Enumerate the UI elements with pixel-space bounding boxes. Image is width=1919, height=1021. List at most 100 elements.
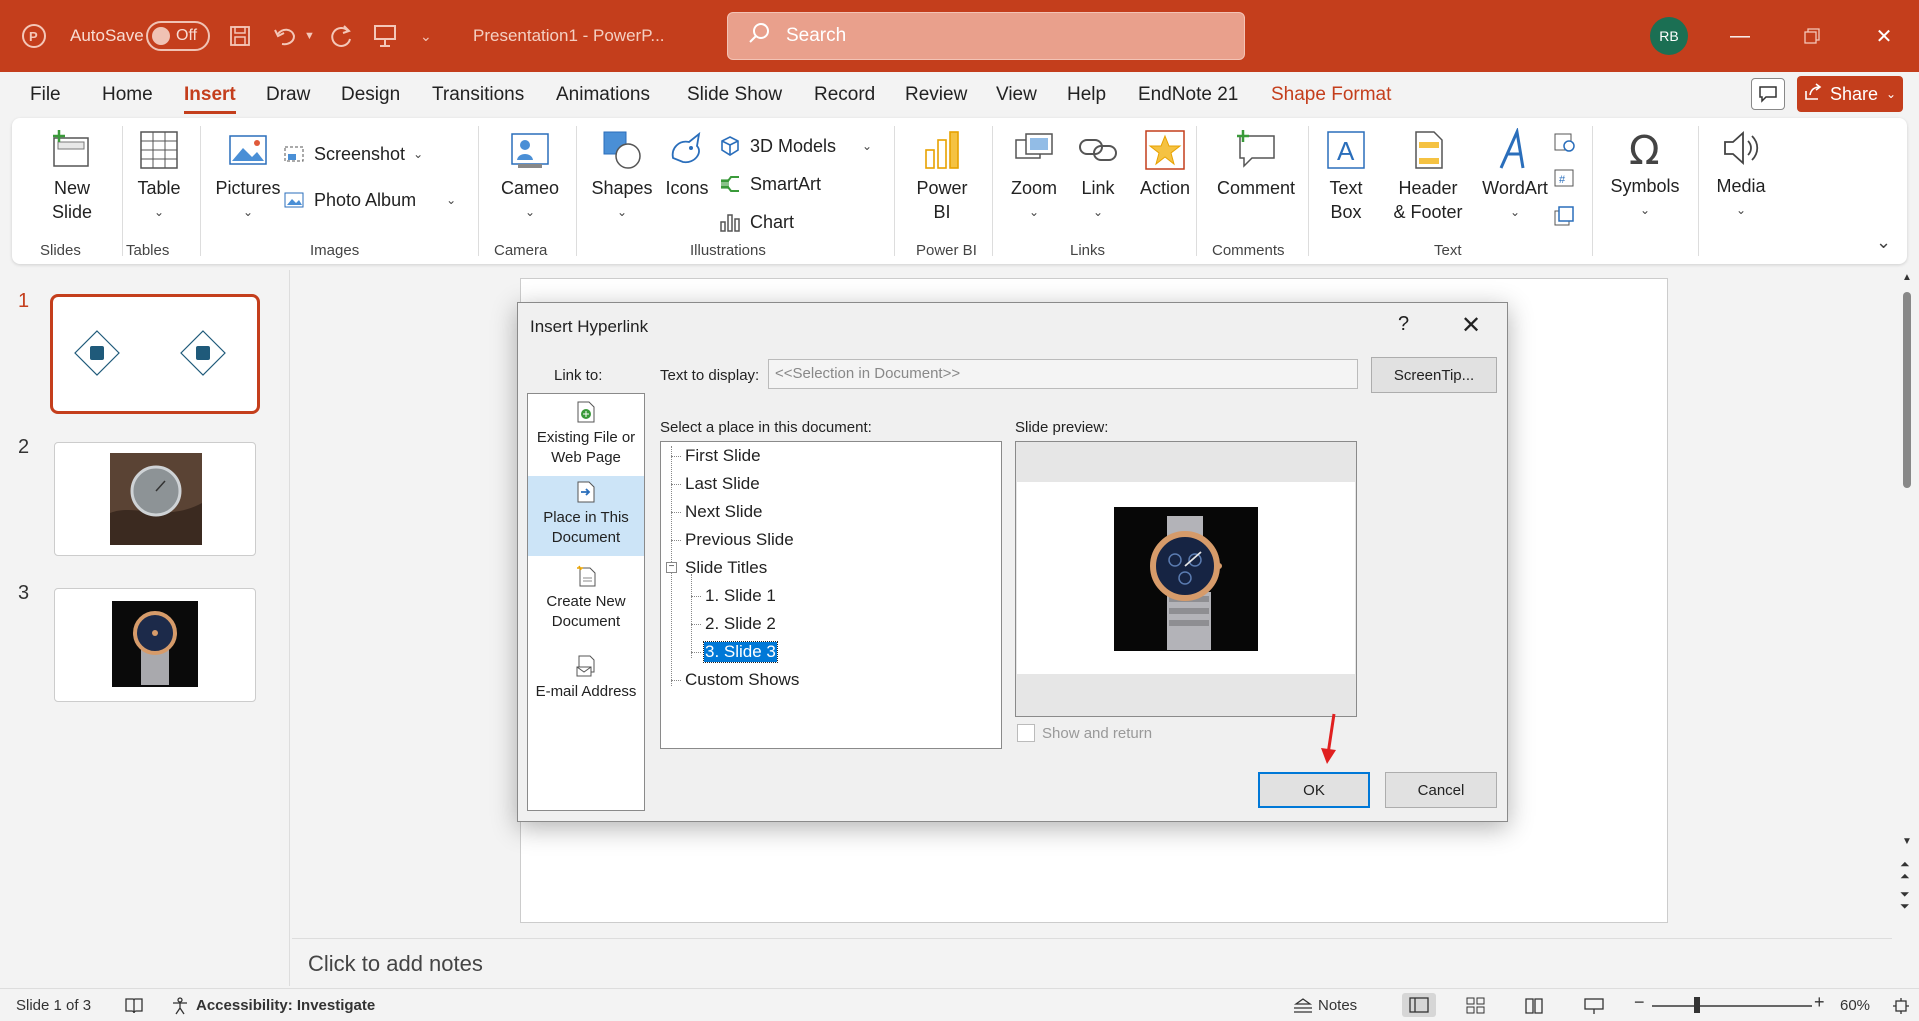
zoom-level[interactable]: 60% [1840,997,1870,1014]
cancel-button[interactable]: Cancel [1385,772,1497,808]
reading-view-icon[interactable] [1524,997,1544,1019]
tree-item-slide-3[interactable]: 3. Slide 3 [703,641,778,663]
action-button[interactable]: Action [1128,128,1202,200]
tab-file[interactable]: File [30,84,61,106]
header-footer-button[interactable]: Header & Footer [1386,128,1470,224]
tab-help[interactable]: Help [1067,84,1106,106]
minimize-icon[interactable]: — [1710,0,1770,72]
date-time-button[interactable] [1552,130,1576,154]
link-option-existing-file[interactable]: Existing File or Web Page [528,396,644,474]
screenshot-button[interactable]: Screenshot ⌄ [282,142,423,166]
collapse-ribbon-icon[interactable]: ⌄ [1876,232,1891,253]
text-box-button[interactable]: A Text Box [1316,128,1376,224]
smartart-button[interactable]: SmartArt [718,172,821,196]
link-button[interactable]: Link ⌄ [1066,128,1130,224]
tree-item-slide-2[interactable]: 2. Slide 2 [705,614,776,634]
help-button[interactable]: ? [1398,313,1409,336]
tree-item-slide-1[interactable]: 1. Slide 1 [705,586,776,606]
tree-item-first-slide[interactable]: First Slide [685,446,761,466]
slide-thumbnail-1[interactable] [50,294,260,414]
avatar[interactable]: RB [1650,17,1688,55]
zoom-slider[interactable] [1652,1005,1812,1007]
chart-button[interactable]: Chart [718,210,794,234]
tab-design[interactable]: Design [341,84,400,106]
object-button[interactable] [1552,204,1576,228]
scrollbar-thumb[interactable] [1903,292,1911,488]
tree-item-custom-shows[interactable]: Custom Shows [685,670,799,690]
next-slide-icon[interactable]: ⏷ ⏷ [1900,888,1910,912]
media-button[interactable]: Media ⌄ [1704,126,1778,222]
table-button[interactable]: Table ⌄ [124,128,194,224]
previous-slide-icon[interactable]: ⏶ ⏶ [1900,858,1910,882]
pictures-button[interactable]: Pictures ⌄ [208,128,288,224]
tab-view[interactable]: View [996,84,1037,106]
tab-review[interactable]: Review [905,84,967,106]
text-to-display-input[interactable]: <<Selection in Document>> [768,359,1358,389]
tree-item-slide-titles[interactable]: Slide Titles [685,558,767,578]
scroll-down-icon[interactable]: ▼ [1902,836,1912,847]
customize-toolbar-icon[interactable]: ⌄ [420,0,432,72]
scroll-up-icon[interactable]: ▲ [1902,272,1912,283]
zoom-button[interactable]: Zoom ⌄ [998,128,1070,224]
ok-button[interactable]: OK [1258,772,1370,808]
tab-insert[interactable]: Insert [184,84,236,114]
tab-shape-format[interactable]: Shape Format [1271,84,1391,106]
tab-transitions[interactable]: Transitions [432,84,524,106]
tree-item-last-slide[interactable]: Last Slide [685,474,760,494]
wordart-button[interactable]: WordArt ⌄ [1470,128,1560,224]
notes-icon[interactable] [1292,997,1314,1019]
slideshow-view-icon[interactable] [1584,997,1604,1019]
comments-icon[interactable] [1751,78,1785,110]
tab-home[interactable]: Home [102,84,153,106]
link-option-email[interactable]: E-mail Address [528,650,644,710]
place-tree[interactable]: First Slide Last Slide Next Slide Previo… [660,441,1002,749]
symbols-button[interactable]: Ω Symbols ⌄ [1600,126,1690,222]
slide-number-button[interactable]: # [1552,166,1576,190]
tree-item-previous-slide[interactable]: Previous Slide [685,530,794,550]
tab-endnote[interactable]: EndNote 21 [1138,84,1238,106]
3d-models-button[interactable]: 3D Models ⌄ [718,134,872,158]
icons-button[interactable]: Icons [652,128,722,200]
slide-sorter-icon[interactable] [1466,997,1486,1019]
shapes-button[interactable]: Shapes ⌄ [584,128,660,224]
collapse-tree-icon[interactable]: − [666,562,677,573]
screentip-button[interactable]: ScreenTip... [1371,357,1497,393]
tab-record[interactable]: Record [814,84,875,106]
link-option-place-in-document[interactable]: Place in This Document [528,476,644,556]
notes-pane[interactable]: Click to add notes [292,938,1892,986]
fit-to-window-icon[interactable] [1892,997,1910,1019]
tab-animations[interactable]: Animations [556,84,650,106]
share-button[interactable]: Share ⌄ [1797,76,1903,112]
tree-item-next-slide[interactable]: Next Slide [685,502,762,522]
vertical-scrollbar[interactable]: ▲ ▼ ⏶ ⏶ ⏷ ⏷ [1896,270,1918,986]
notes-toggle[interactable]: Notes [1318,997,1357,1014]
zoom-in-icon[interactable]: + [1814,992,1825,1013]
redo-icon[interactable] [328,0,354,72]
slide-thumbnail-3[interactable] [54,588,256,702]
zoom-slider-handle[interactable] [1694,997,1700,1013]
close-icon[interactable]: ✕ [1854,0,1914,72]
zoom-out-icon[interactable]: − [1634,992,1645,1013]
restore-icon[interactable] [1782,0,1842,72]
link-option-create-new[interactable]: Create New Document [528,560,644,636]
undo-icon[interactable] [272,0,300,72]
tab-draw[interactable]: Draw [266,84,310,106]
dialog-close-icon[interactable]: ✕ [1461,311,1481,340]
accessibility-status[interactable]: Accessibility: Investigate [196,997,375,1014]
search-input[interactable]: Search [727,12,1245,60]
normal-view-icon[interactable] [1402,993,1436,1017]
slide-thumbnail-2[interactable] [54,442,256,556]
undo-dropdown-icon[interactable]: ▼ [304,0,315,72]
show-and-return-checkbox[interactable] [1017,724,1035,742]
tab-slide-show[interactable]: Slide Show [687,84,782,106]
spelling-icon[interactable] [124,997,144,1019]
power-bi-button[interactable]: Power BI [902,128,982,224]
new-slide-button[interactable]: New Slide [32,128,112,224]
accessibility-icon[interactable] [170,997,190,1019]
cameo-button[interactable]: Cameo ⌄ [490,128,570,224]
photo-album-button[interactable]: Photo Album ⌄ [282,188,456,212]
present-icon[interactable] [372,0,398,72]
comment-button[interactable]: Comment [1208,128,1304,200]
autosave-toggle[interactable]: Off [146,0,210,72]
save-icon[interactable] [228,0,252,72]
